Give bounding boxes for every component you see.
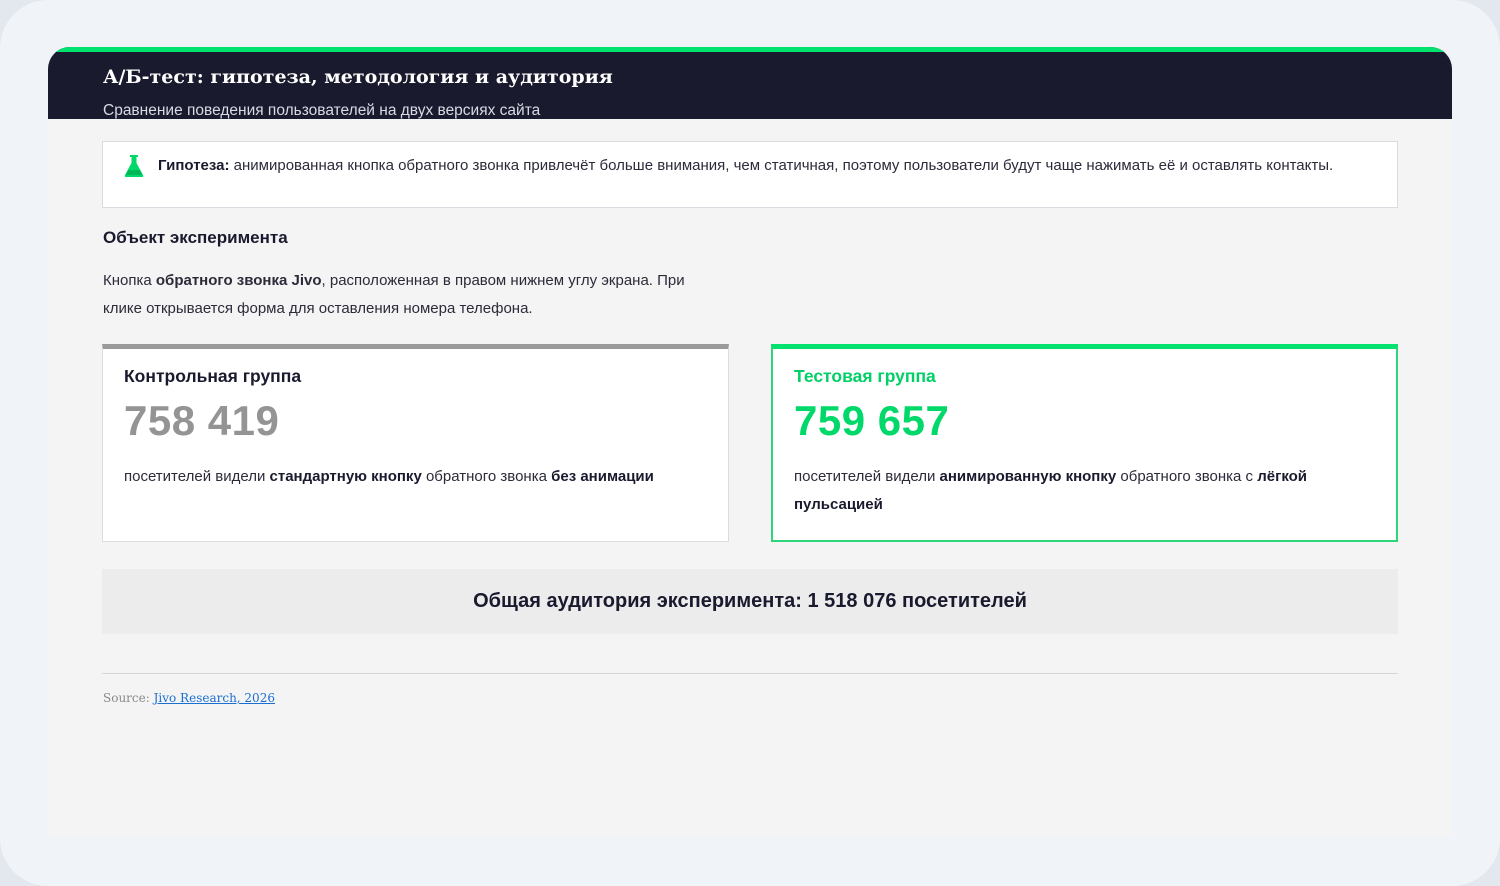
source-link[interactable]: Jivo Research, 2026 [154,691,275,705]
group-desc-part: обратного звонка с [1116,468,1258,485]
hypothesis-text: Гипотеза: анимированная кнопка обратного… [158,152,1358,180]
group-desc-bold: стандартную кнопку [269,468,422,485]
object-desc-prefix: Кнопка [103,272,156,289]
group-description: посетителей видели стандартную кнопку об… [124,463,704,491]
group-visitor-count: 759 657 [794,397,950,444]
group-desc-part: обратного звонка [421,468,552,485]
hypothesis-box: Гипотеза: анимированная кнопка обратного… [102,141,1398,208]
group-label: Контрольная группа [124,366,302,386]
test-group-card: Тестовая группа 759 657 посетителей виде… [771,344,1398,542]
source-note: Source: Jivo Research, 2026 [103,691,275,705]
report-card: А/Б-тест: гипотеза, методология и аудито… [48,47,1452,837]
object-desc-bold: обратного звонка Jivo [155,272,322,289]
group-desc-bold: анимированную кнопку [939,468,1117,485]
section-title: Объект эксперимента [103,228,288,247]
total-audience-banner: Общая аудитория эксперимента: 1 518 076 … [102,569,1398,634]
group-desc-part: посетителей видели [794,468,940,485]
hypothesis-body: анимированная кнопка обратного звонка пр… [229,157,1334,174]
group-desc-bold: без анимации [551,468,654,485]
source-label: Source: [103,691,154,705]
group-description: посетителей видели анимированную кнопку … [794,463,1374,519]
hypothesis-label: Гипотеза: [158,157,230,174]
page-subtitle: Сравнение поведения пользователей на дву… [103,102,541,119]
page-frame: А/Б-тест: гипотеза, методология и аудито… [0,0,1500,886]
control-group-card: Контрольная группа 758 419 посетителей в… [102,344,729,542]
header: А/Б-тест: гипотеза, методология и аудито… [48,47,1452,119]
group-desc-part: посетителей видели [124,468,270,485]
object-description: Кнопка обратного звонка Jivo, расположен… [103,267,693,323]
group-label: Тестовая группа [794,366,936,386]
flask-icon [124,155,144,177]
group-visitor-count: 758 419 [124,397,280,444]
divider [102,673,1398,674]
page-title: А/Б-тест: гипотеза, методология и аудито… [103,66,613,88]
